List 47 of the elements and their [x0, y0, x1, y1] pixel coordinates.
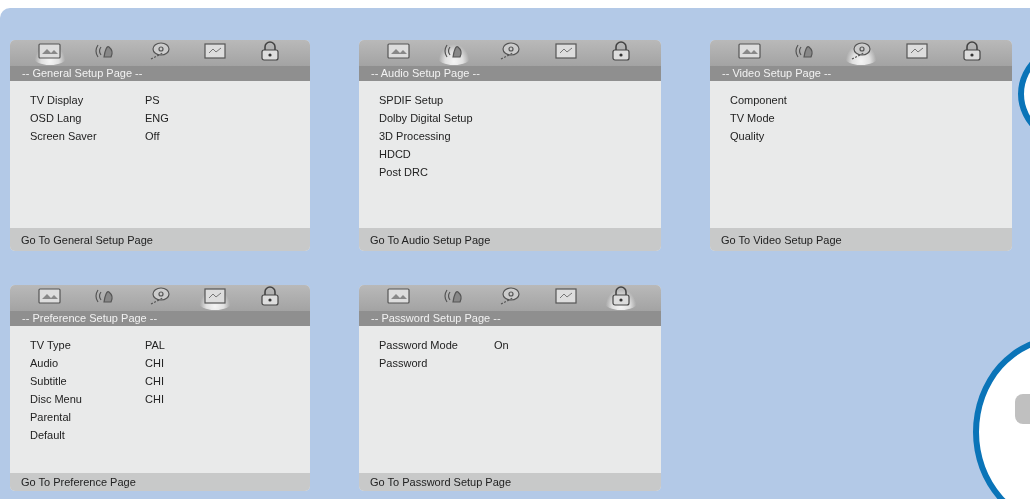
setting-label[interactable]: Component	[730, 94, 845, 106]
setting-label[interactable]: HDCD	[379, 148, 494, 160]
setting-label[interactable]: TV Display	[30, 94, 145, 106]
setting-label[interactable]: Parental	[30, 411, 145, 423]
setting-label[interactable]: TV Mode	[730, 112, 845, 124]
picture-frame-icon	[385, 286, 412, 306]
setting-label[interactable]: OSD Lang	[30, 112, 145, 124]
setting-value: CHI	[145, 393, 164, 405]
page-title: -- Audio Setup Page --	[371, 67, 480, 79]
image-frame-icon	[202, 286, 229, 306]
setting-label[interactable]: Password	[379, 357, 494, 369]
setting-label[interactable]: Quality	[730, 130, 845, 142]
setting-value: CHI	[145, 375, 164, 387]
image-frame-icon	[552, 286, 579, 306]
setting-label[interactable]: Audio	[30, 357, 145, 369]
setting-label[interactable]: Post DRC	[379, 166, 494, 178]
setting-value: Off	[145, 130, 160, 142]
setting-label[interactable]: 3D Processing	[379, 130, 494, 142]
picture-frame-icon	[36, 286, 63, 306]
setting-label[interactable]: Dolby Digital Setup	[379, 112, 494, 124]
setting-label[interactable]: Password Mode	[379, 339, 494, 351]
setting-value: PS	[145, 94, 160, 106]
setting-label[interactable]: Subtitle	[30, 375, 145, 387]
setting-value: PAL	[145, 339, 165, 351]
image-frame-icon	[903, 41, 930, 61]
status-hint: Go To General Setup Page	[21, 233, 153, 246]
picture-frame-icon	[736, 41, 763, 61]
setting-value: On	[494, 339, 509, 351]
page-title: -- Password Setup Page --	[371, 312, 501, 324]
setting-label[interactable]: SPDIF Setup	[379, 94, 494, 106]
image-frame-icon	[552, 41, 579, 61]
status-hint: Go To Audio Setup Page	[370, 233, 491, 246]
setting-label[interactable]: Screen Saver	[30, 130, 145, 142]
status-hint: Go To Video Setup Page	[721, 233, 842, 246]
setting-value: ENG	[145, 112, 169, 124]
image-frame-icon	[202, 41, 229, 61]
status-hint: Go To Preference Page	[21, 476, 136, 488]
setting-label[interactable]: TV Type	[30, 339, 145, 351]
setting-label[interactable]: Disc Menu	[30, 393, 145, 405]
page-title: -- Video Setup Page --	[722, 67, 832, 79]
setting-label[interactable]: Default	[30, 429, 145, 441]
page-title: -- General Setup Page --	[22, 67, 143, 79]
picture-frame-icon	[385, 41, 412, 61]
page-title: -- Preference Setup Page --	[22, 312, 158, 324]
setting-value: CHI	[145, 357, 164, 369]
picture-frame-icon	[36, 41, 63, 61]
status-hint: Go To Password Setup Page	[370, 476, 512, 488]
